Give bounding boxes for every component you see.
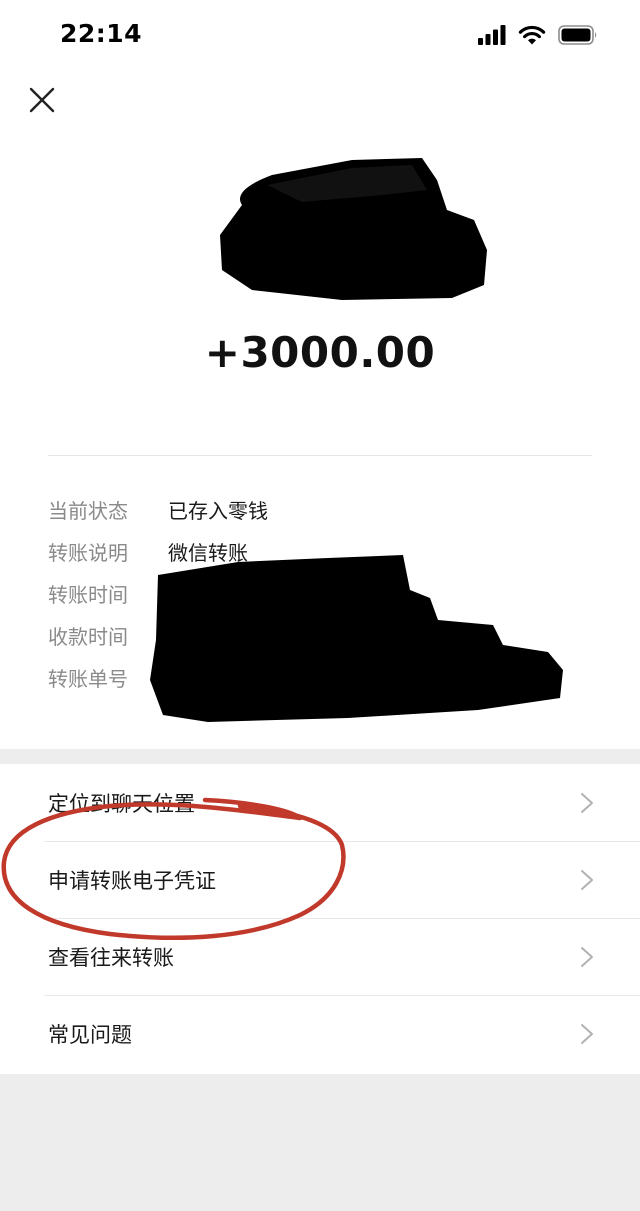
action-menu: 定位到聊天位置 申请转账电子凭证 查看往来转账 常见问题 xyxy=(0,764,640,1074)
cellular-signal-icon xyxy=(478,24,506,49)
menu-item-label: 常见问题 xyxy=(48,1022,132,1047)
chevron-right-icon xyxy=(581,1023,593,1044)
close-icon xyxy=(29,87,55,117)
transfer-amount: +3000.00 xyxy=(204,328,436,377)
close-button[interactable] xyxy=(24,84,60,120)
chevron-right-icon xyxy=(581,869,593,890)
wifi-icon xyxy=(518,24,546,49)
menu-item-faq[interactable]: 常见问题 xyxy=(0,995,640,1072)
status-icons xyxy=(478,24,598,49)
detail-value: 已存入零钱 xyxy=(168,498,268,523)
menu-item-locate-chat[interactable]: 定位到聊天位置 xyxy=(0,764,640,841)
divider xyxy=(48,455,592,456)
battery-icon xyxy=(558,24,598,49)
menu-item-label: 定位到聊天位置 xyxy=(48,791,195,816)
menu-item-label: 查看往来转账 xyxy=(48,945,174,970)
menu-item-label: 申请转账电子凭证 xyxy=(48,868,216,893)
transfer-detail-screen: 22:14 +3000.00 当前状态 已存入零钱 转账说明 微信转账 转账时间… xyxy=(0,0,640,1211)
status-time: 22:14 xyxy=(60,19,143,48)
chevron-right-icon xyxy=(581,946,593,967)
detail-label: 当前状态 xyxy=(48,498,128,523)
menu-item-request-receipt[interactable]: 申请转账电子凭证 xyxy=(0,841,640,918)
chevron-right-icon xyxy=(581,792,593,813)
menu-item-transfer-history[interactable]: 查看往来转账 xyxy=(0,918,640,995)
status-bar: 22:14 xyxy=(0,0,640,70)
detail-row-status: 当前状态 已存入零钱 xyxy=(48,488,608,530)
transfer-summary-card: 22:14 +3000.00 当前状态 已存入零钱 转账说明 微信转账 转账时间… xyxy=(0,0,640,749)
